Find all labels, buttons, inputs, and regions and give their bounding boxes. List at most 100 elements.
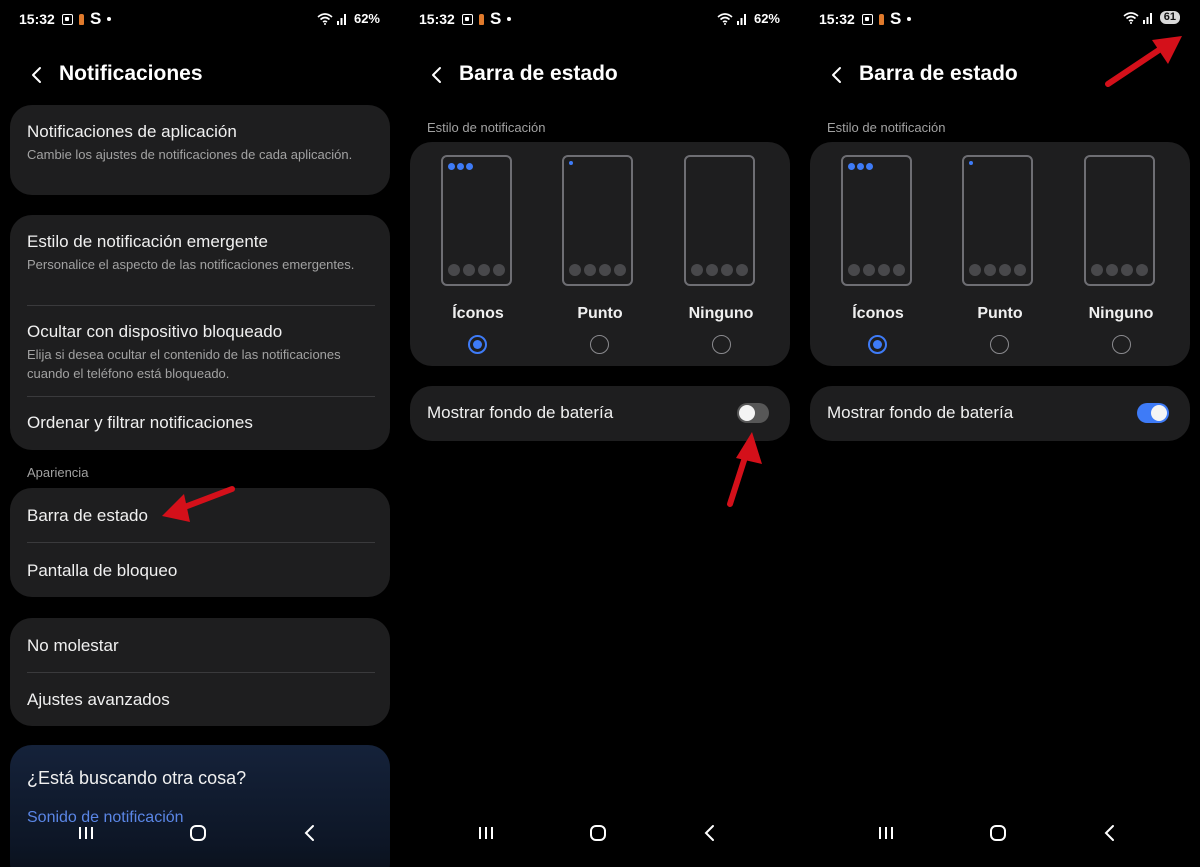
screenshot-icon <box>462 13 473 25</box>
search-suggestions-title: ¿Está buscando otra cosa? <box>27 768 247 788</box>
back-nav-icon[interactable] <box>1098 821 1122 845</box>
appearance-section-label: Apariencia <box>27 465 89 480</box>
signal-icon <box>736 13 746 25</box>
wifi-icon <box>317 12 333 25</box>
hide-locked-item[interactable]: Ocultar con dispositivo bloqueado Elija … <box>27 322 375 383</box>
advanced-item[interactable]: Ajustes avanzados <box>27 690 375 710</box>
option-label-icons: Íconos <box>852 305 904 322</box>
s-app-icon: S <box>890 9 902 28</box>
radio-icons[interactable] <box>868 335 887 354</box>
more-notifications-dot-icon <box>107 17 112 21</box>
home-icon[interactable] <box>986 821 1010 845</box>
divider <box>27 542 375 543</box>
option-label-icons: Íconos <box>452 305 504 322</box>
battery-background-pill: 61 <box>1159 11 1180 24</box>
style-preview-none[interactable] <box>684 155 755 286</box>
page-title: Barra de estado <box>859 62 1018 85</box>
back-arrow-icon[interactable] <box>825 62 851 88</box>
home-icon[interactable] <box>586 821 610 845</box>
option-label-none: Ninguno <box>688 305 754 322</box>
screen-status-bar-on: 15:32 S 61 Barra de estado Estilo de not… <box>800 0 1200 867</box>
divider <box>27 396 375 397</box>
radio-none[interactable] <box>712 335 731 354</box>
signal-icon <box>336 13 346 25</box>
lock-screen-item[interactable]: Pantalla de bloqueo <box>27 561 375 581</box>
popup-style-subtitle: Personalice el aspecto de las notificaci… <box>27 257 355 272</box>
page-header: Notificaciones <box>25 58 380 92</box>
recent-apps-icon[interactable] <box>874 821 898 845</box>
notification-settings-card: Estilo de notificación emergente Persona… <box>10 215 390 450</box>
page-header: Barra de estado <box>425 58 780 92</box>
radio-none[interactable] <box>1112 335 1131 354</box>
screenshot-icon <box>62 13 73 25</box>
style-preview-none[interactable] <box>1084 155 1155 286</box>
radio-dot[interactable] <box>590 335 609 354</box>
style-preview-dot[interactable] <box>962 155 1033 286</box>
option-label-dot: Punto <box>977 305 1023 322</box>
sort-filter-item[interactable]: Ordenar y filtrar notificaciones <box>27 413 375 433</box>
notification-style-card: Íconos Punto Ninguno <box>810 142 1190 366</box>
status-time: 15:32 <box>19 11 55 27</box>
divider <box>27 305 375 306</box>
popup-style-item[interactable]: Estilo de notificación emergente Persona… <box>27 232 375 274</box>
app-notifications-subtitle: Cambie los ajustes de notificaciones de … <box>27 147 353 162</box>
lock-screen-title: Pantalla de bloqueo <box>27 561 178 580</box>
dnd-item[interactable]: No molestar <box>27 636 375 656</box>
recent-apps-icon[interactable] <box>474 821 498 845</box>
hide-locked-title: Ocultar con dispositivo bloqueado <box>27 322 283 341</box>
battery-percent: 62% <box>353 11 380 26</box>
battery-background-label: Mostrar fondo de batería <box>427 403 614 422</box>
notification-style-label: Estilo de notificación <box>427 120 546 135</box>
navigation-bar <box>0 813 400 867</box>
advanced-title: Ajustes avanzados <box>27 690 170 709</box>
battery-background-toggle[interactable] <box>1137 403 1169 423</box>
app-notification-icon <box>879 13 884 25</box>
radio-dot[interactable] <box>990 335 1009 354</box>
popup-style-title: Estilo de notificación emergente <box>27 232 268 251</box>
navigation-bar <box>400 813 800 867</box>
status-bar: 15:32 S 61 <box>819 10 1180 30</box>
annotation-arrow <box>1105 36 1182 87</box>
back-arrow-icon[interactable] <box>25 62 51 88</box>
screen-status-bar-off: 15:32 S 62% Barra de estado Estilo de no… <box>400 0 800 867</box>
page-title: Notificaciones <box>59 62 203 85</box>
style-preview-icons[interactable] <box>441 155 512 286</box>
style-preview-dot[interactable] <box>562 155 633 286</box>
style-preview-icons[interactable] <box>841 155 912 286</box>
status-bar: 15:32 S 62% <box>419 10 780 30</box>
notification-style-card: Íconos Punto Ninguno <box>410 142 790 366</box>
hide-locked-subtitle: Elija si desea ocultar el contenido de l… <box>27 347 341 381</box>
app-notifications-card[interactable]: Notificaciones de aplicación Cambie los … <box>10 105 390 195</box>
app-notifications-title: Notificaciones de aplicación <box>27 122 237 141</box>
annotation-arrow <box>162 486 235 522</box>
screen-notifications: 15:32 S 62% Notificaciones Notificacione… <box>0 0 400 867</box>
s-app-icon: S <box>490 9 502 28</box>
app-notification-icon <box>79 13 84 25</box>
option-label-dot: Punto <box>577 305 623 322</box>
wifi-icon <box>1123 11 1139 24</box>
more-settings-card: No molestar Ajustes avanzados <box>10 618 390 726</box>
battery-background-toggle[interactable] <box>737 403 769 423</box>
navigation-bar <box>800 813 1200 867</box>
screenshot-icon <box>862 13 873 25</box>
more-notifications-dot-icon <box>907 17 912 21</box>
back-nav-icon[interactable] <box>698 821 722 845</box>
home-icon[interactable] <box>186 821 210 845</box>
battery-background-card[interactable]: Mostrar fondo de batería <box>810 386 1190 441</box>
radio-icons[interactable] <box>468 335 487 354</box>
divider <box>27 672 375 673</box>
signal-icon <box>1142 12 1152 24</box>
option-label-none: Ninguno <box>1088 305 1154 322</box>
wifi-icon <box>717 12 733 25</box>
recent-apps-icon[interactable] <box>74 821 98 845</box>
dnd-title: No molestar <box>27 636 119 655</box>
battery-background-item[interactable]: Mostrar fondo de batería <box>827 403 1175 423</box>
status-time: 15:32 <box>819 11 855 27</box>
battery-background-item[interactable]: Mostrar fondo de batería <box>427 403 775 423</box>
s-app-icon: S <box>90 9 102 28</box>
app-notifications-item[interactable]: Notificaciones de aplicación Cambie los … <box>27 122 375 164</box>
back-nav-icon[interactable] <box>298 821 322 845</box>
back-arrow-icon[interactable] <box>425 62 451 88</box>
annotation-arrow <box>727 432 762 507</box>
more-notifications-dot-icon <box>507 17 512 21</box>
